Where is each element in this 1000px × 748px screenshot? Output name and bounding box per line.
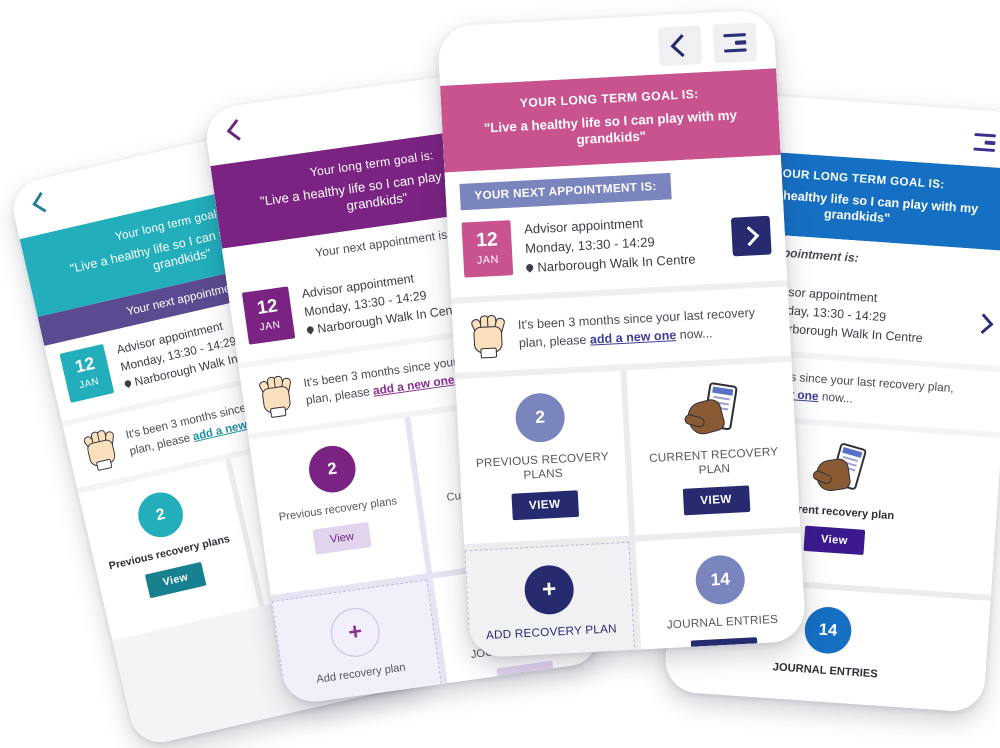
appointment-section: YOUR NEXT APPOINTMENT IS: 12 JAN Advisor…: [444, 154, 788, 298]
appointment-month: JAN: [258, 319, 282, 334]
notice-text: It's been 3 months since your last recov…: [517, 299, 776, 353]
tile-label: JOURNAL ENTRIES: [772, 661, 879, 681]
tile-previous-recovery-plans[interactable]: 2 Previous recovery plans View: [248, 418, 427, 596]
phone-in-hand-icon: [811, 441, 868, 496]
phone-in-hand-icon: [682, 381, 740, 439]
notice-suffix: now...: [818, 389, 854, 406]
view-button[interactable]: View: [144, 561, 207, 599]
appointment-date-badge: 12 JAN: [461, 219, 514, 278]
plus-icon: +: [346, 618, 364, 647]
tile-label: JOURNAL ENTRIES: [666, 613, 779, 632]
tile-label: PREVIOUS RECOVERY PLANS: [475, 450, 610, 483]
appointment-day: 12: [475, 228, 499, 252]
appointment-month: JAN: [78, 375, 101, 392]
view-button[interactable]: View: [803, 525, 866, 556]
view-button[interactable]: VIEW: [682, 485, 750, 516]
tile-previous-recovery-plans[interactable]: 2 Previous recovery plans View: [78, 460, 260, 641]
menu-button[interactable]: [963, 123, 1000, 163]
view-button[interactable]: View: [496, 660, 556, 694]
location-pin-icon: [305, 325, 316, 335]
view-button[interactable]: VIEW: [510, 490, 579, 521]
journal-count-badge: 14: [694, 554, 746, 606]
chevron-left-icon: [670, 34, 694, 58]
previous-count-badge: 2: [133, 488, 188, 542]
chevron-left-icon: [226, 118, 249, 141]
appointment-details: Advisor appointment Monday, 13:30 - 14:2…: [760, 280, 978, 351]
tile-current-recovery-plan[interactable]: CURRENT RECOVERY PLAN VIEW: [626, 361, 801, 536]
hamburger-menu-icon: [973, 132, 996, 152]
add-plan-circle: +: [327, 605, 383, 661]
menu-button[interactable]: [712, 22, 758, 64]
appointment-date-badge: 12 JAN: [241, 286, 296, 345]
appointment-forward-button[interactable]: [730, 215, 772, 257]
tile-label: Previous recovery plans: [278, 495, 398, 524]
location-pin-icon: [123, 379, 133, 389]
plus-icon: +: [541, 575, 557, 604]
screen-pink: YOUR LONG TERM GOAL IS: "Live a healthy …: [436, 9, 807, 659]
tile-previous-recovery-plans[interactable]: 2 PREVIOUS RECOVERY PLANS VIEW: [455, 370, 630, 545]
appointment-card[interactable]: 12 JAN Advisor appointment Monday, 13:30…: [446, 193, 788, 296]
tile-grid: 2 PREVIOUS RECOVERY PLANS VIEW CURRENT R…: [455, 361, 807, 659]
waving-hand-icon: [466, 313, 509, 359]
tile-journal-entries[interactable]: 14 JOURNAL ENTRIES VIEW: [635, 532, 807, 659]
tile-add-recovery-plan[interactable]: + ADD RECOVERY PLAN: [464, 541, 639, 659]
chevron-left-icon: [32, 192, 53, 213]
add-plan-circle: +: [523, 564, 575, 616]
back-button[interactable]: [657, 25, 703, 67]
view-button[interactable]: View: [312, 521, 372, 555]
tile-label: Add recovery plan: [315, 662, 407, 687]
hamburger-menu-icon: [723, 33, 747, 53]
tile-label: CURRENT RECOVERY PLAN: [648, 446, 779, 478]
goal-quote: "Live a healthy life so I can play with …: [483, 107, 738, 148]
appointment-details: Advisor appointment Monday, 13:30 - 14:2…: [524, 208, 734, 277]
back-button[interactable]: [24, 186, 57, 219]
location-pin-icon: [524, 262, 535, 273]
tile-add-recovery-plan[interactable]: + Add recovery plan: [271, 579, 450, 706]
recovery-plan-notice: It's been 3 months since your last recov…: [451, 286, 792, 374]
waving-hand-icon: [78, 427, 123, 473]
journal-count-badge: 14: [803, 605, 853, 655]
back-button[interactable]: [219, 114, 252, 147]
previous-count-badge: 2: [306, 443, 359, 496]
phone-mockup-pink: YOUR LONG TERM GOAL IS: "Live a healthy …: [436, 9, 807, 659]
tile-label: Previous recovery plans: [107, 533, 231, 573]
add-new-plan-link[interactable]: add a new one: [590, 328, 677, 347]
appointment-day: 12: [73, 354, 97, 378]
chevron-right-icon: [739, 226, 760, 247]
appointment-month: JAN: [476, 253, 500, 267]
tile-label: ADD RECOVERY PLAN: [485, 623, 618, 643]
appointment-date-badge: 12 JAN: [59, 343, 115, 403]
waving-hand-icon: [254, 373, 298, 419]
phone-mockup-stage: Your long term goal is: "Live a healthy …: [0, 0, 1000, 748]
appointment-day: 12: [255, 296, 280, 320]
previous-count-badge: 2: [514, 392, 566, 444]
notice-suffix: now...: [675, 325, 713, 343]
